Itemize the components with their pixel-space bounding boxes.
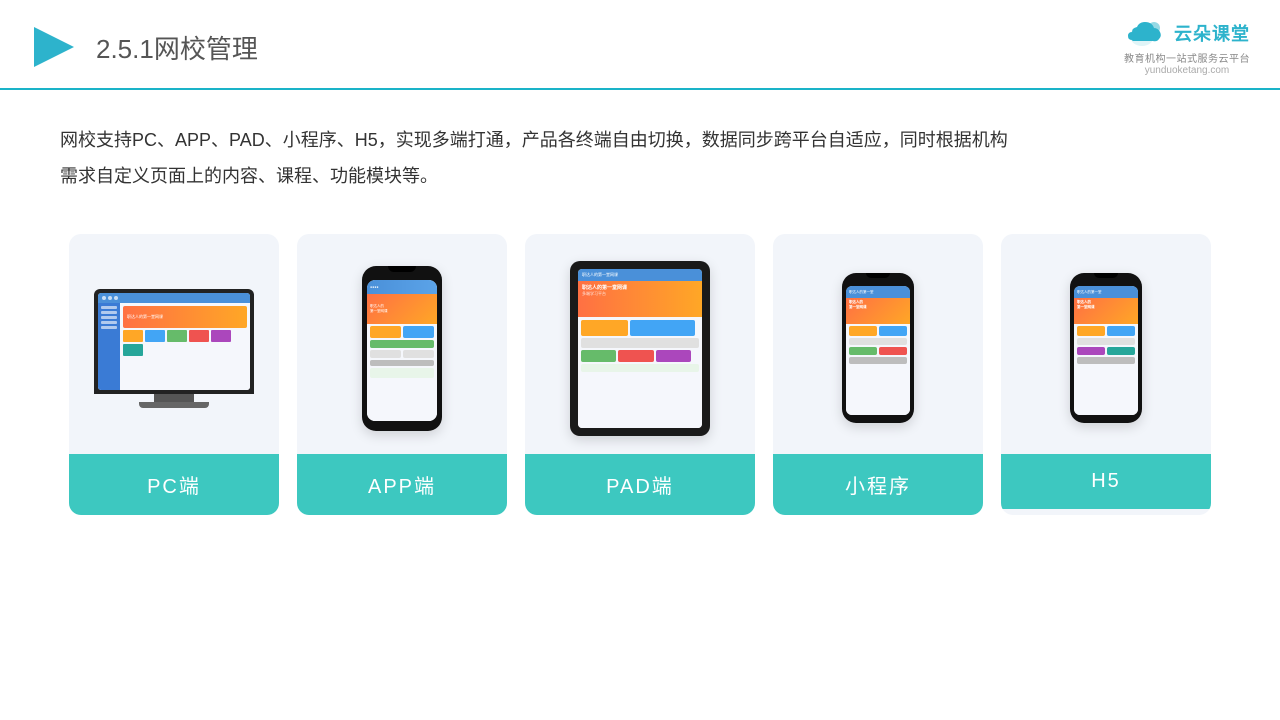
card-h5: 职达人的第一堂 职达人的第一堂网课 <box>1001 234 1211 515</box>
logo-area: 云朵课堂 教育机构一站式服务云平台 yunduoketang.com <box>1124 18 1250 76</box>
page-title: 2.5.1网校管理 <box>96 29 258 66</box>
title-main: 网校管理 <box>154 34 258 64</box>
tablet-mockup: 职达人的第一堂网课 职达人的第一堂网课 多端学习平台 <box>570 261 710 436</box>
card-app: ●●●● 职达人的第一堂网课 <box>297 234 507 515</box>
pc-mockup: 职达人的第一堂网课 <box>89 289 259 408</box>
logo-text: 云朵课堂 <box>1174 20 1250 46</box>
phone-mini-miniprogram: 职达人的第一堂 职达人的第一堂网课 <box>842 273 914 423</box>
card-image-pad: 职达人的第一堂网课 职达人的第一堂网课 多端学习平台 <box>525 234 755 454</box>
header-left: 2.5.1网校管理 <box>30 23 258 71</box>
phone-mini-h5: 职达人的第一堂 职达人的第一堂网课 <box>1070 273 1142 423</box>
card-label-pad: PAD端 <box>525 454 755 515</box>
cards-row: 职达人的第一堂网课 <box>0 204 1280 515</box>
phone-mockup-app: ●●●● 职达人的第一堂网课 <box>362 266 442 431</box>
card-label-miniprogram: 小程序 <box>773 454 983 515</box>
title-prefix: 2.5.1 <box>96 34 154 64</box>
play-icon <box>30 23 78 71</box>
card-pad: 职达人的第一堂网课 职达人的第一堂网课 多端学习平台 <box>525 234 755 515</box>
logo-domain: yunduoketang.com <box>1145 65 1230 76</box>
desc-line2: 需求自定义页面上的内容、课程、功能模块等。 <box>60 158 1220 194</box>
description-block: 网校支持PC、APP、PAD、小程序、H5，实现多端打通，产品各终端自由切换，数… <box>0 90 1280 204</box>
logo-cloud: 云朵课堂 <box>1124 18 1250 48</box>
card-miniprogram: 职达人的第一堂 职达人的第一堂网课 <box>773 234 983 515</box>
card-label-app: APP端 <box>297 454 507 515</box>
cloud-icon <box>1124 18 1168 48</box>
card-pc: 职达人的第一堂网课 <box>69 234 279 515</box>
header: 2.5.1网校管理 云朵课堂 教育机构一站式服务云平台 yunduoketang… <box>0 0 1280 90</box>
logo-tagline: 教育机构一站式服务云平台 <box>1124 50 1250 65</box>
card-image-pc: 职达人的第一堂网课 <box>69 234 279 454</box>
card-label-pc: PC端 <box>69 454 279 515</box>
card-label-h5: H5 <box>1001 454 1211 509</box>
desc-line1: 网校支持PC、APP、PAD、小程序、H5，实现多端打通，产品各终端自由切换，数… <box>60 122 1220 158</box>
card-image-h5: 职达人的第一堂 职达人的第一堂网课 <box>1001 234 1211 454</box>
card-image-miniprogram: 职达人的第一堂 职达人的第一堂网课 <box>773 234 983 454</box>
card-image-app: ●●●● 职达人的第一堂网课 <box>297 234 507 454</box>
